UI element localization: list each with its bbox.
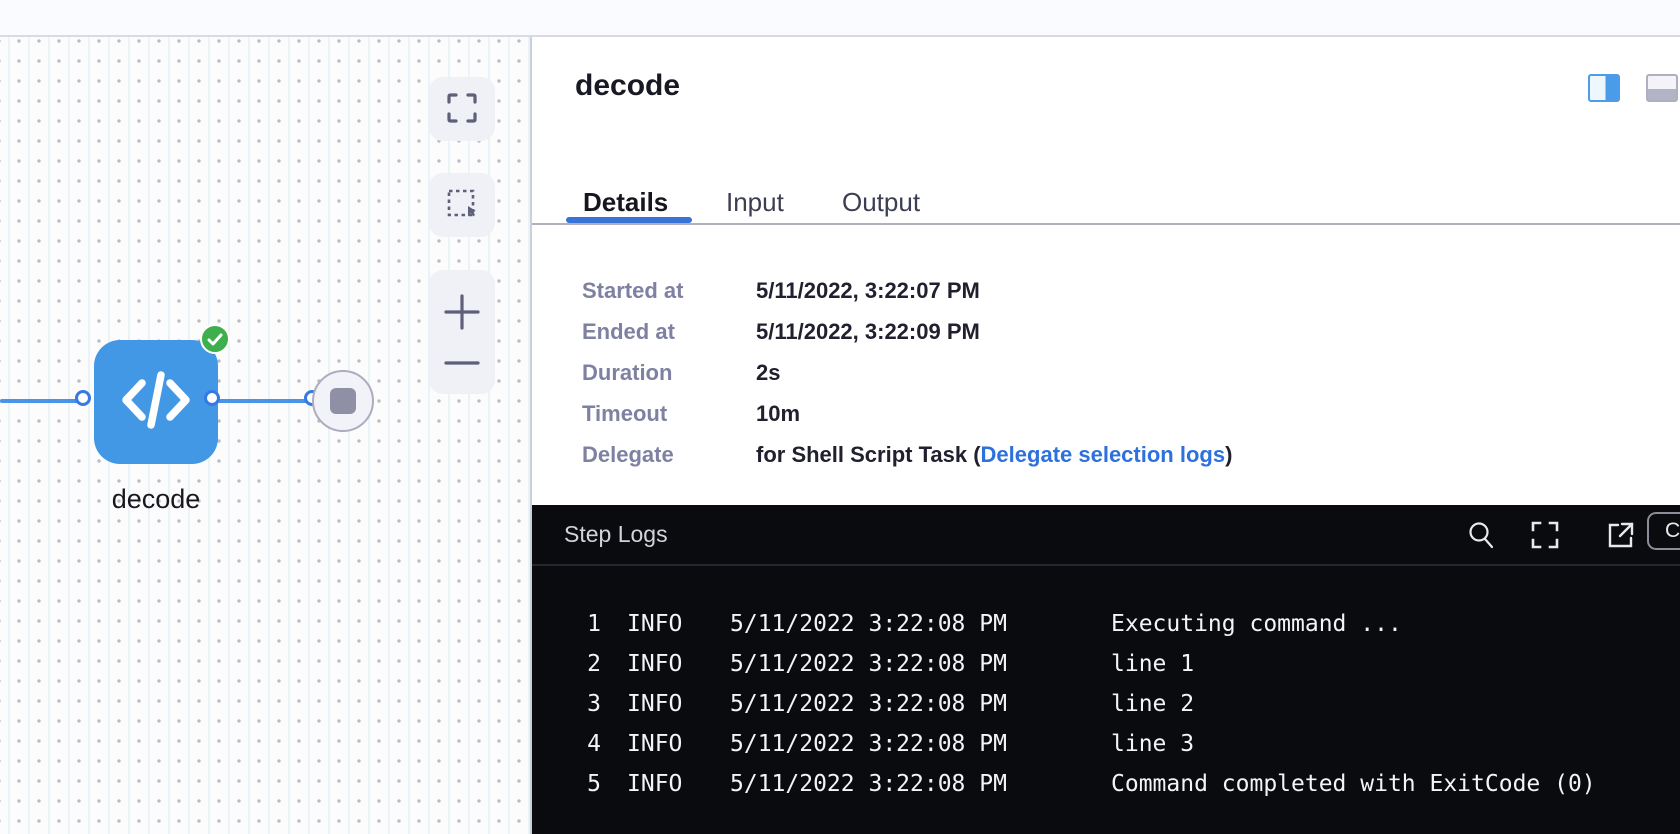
step-details-panel: decode Details Input Output Started at5/… xyxy=(532,37,1680,834)
right-pane-layout-icon[interactable] xyxy=(1588,74,1620,102)
log-line: 5 INFO5/11/2022 3:22:08 PMCommand complet… xyxy=(532,764,1680,804)
success-check-icon xyxy=(200,324,230,354)
log-line-number: 3 xyxy=(562,684,601,724)
detail-label: Duration xyxy=(582,352,756,393)
log-message: line 2 xyxy=(1111,684,1680,724)
log-level: INFO xyxy=(627,684,730,724)
step-logs-header: Step Logs Co xyxy=(532,505,1680,566)
log-level: INFO xyxy=(627,604,730,644)
detail-value: 5/11/2022, 3:22:09 PM xyxy=(756,311,980,352)
tab-bottom-border xyxy=(532,223,1680,225)
log-line-number: 5 xyxy=(562,764,601,804)
tab-input[interactable]: Input xyxy=(726,187,784,218)
log-timestamp: 5/11/2022 3:22:08 PM xyxy=(730,684,1111,724)
edge-outgoing xyxy=(214,399,314,403)
log-timestamp: 5/11/2022 3:22:08 PM xyxy=(730,764,1111,804)
log-lines[interactable]: 1INFO5/11/2022 3:22:08 PMExecuting comma… xyxy=(532,568,1680,834)
detail-value: for Shell Script Task (Delegate selectio… xyxy=(756,434,1232,475)
detail-row: Delegatefor Shell Script Task (Delegate … xyxy=(582,434,1650,475)
log-gap xyxy=(601,724,627,764)
detail-value: 5/11/2022, 3:22:07 PM xyxy=(756,270,980,311)
port-node-left[interactable] xyxy=(75,390,91,406)
log-level: INFO xyxy=(627,724,730,764)
log-line-number: 4 xyxy=(562,724,601,764)
log-line: 3 INFO5/11/2022 3:22:08 PMline 2 xyxy=(532,684,1680,724)
tab-output[interactable]: Output xyxy=(842,187,920,218)
bottom-pane-layout-icon[interactable] xyxy=(1646,74,1678,102)
log-line: 4 INFO5/11/2022 3:22:08 PMline 3 xyxy=(532,724,1680,764)
detail-label: Timeout xyxy=(582,393,756,434)
zoom-out-icon[interactable] xyxy=(442,357,482,372)
log-line: 2 INFO5/11/2022 3:22:08 PMline 1 xyxy=(532,644,1680,684)
log-message: line 1 xyxy=(1111,644,1680,684)
detail-row: Ended at5/11/2022, 3:22:09 PM xyxy=(582,311,1650,352)
log-level: INFO xyxy=(627,764,730,804)
console-view-button[interactable]: Co xyxy=(1647,512,1680,550)
detail-row: Started at5/11/2022, 3:22:07 PM xyxy=(582,270,1650,311)
log-timestamp: 5/11/2022 3:22:08 PM xyxy=(730,604,1111,644)
log-message: Command completed with ExitCode (0) xyxy=(1111,764,1680,804)
step-node-decode[interactable] xyxy=(94,340,218,464)
log-line-number: 2 xyxy=(562,644,601,684)
detail-value: 2s xyxy=(756,352,780,393)
page-title: decode xyxy=(575,69,680,103)
log-gap xyxy=(601,684,627,724)
detail-row: Timeout10m xyxy=(582,393,1650,434)
log-timestamp: 5/11/2022 3:22:08 PM xyxy=(730,724,1111,764)
log-gap xyxy=(601,764,627,804)
code-icon xyxy=(118,367,194,438)
multi-select-button[interactable] xyxy=(429,173,495,237)
pipeline-canvas[interactable]: decode xyxy=(0,37,530,834)
fit-view-button[interactable] xyxy=(429,77,495,141)
open-in-new-icon[interactable] xyxy=(1604,519,1636,551)
step-logs-console: Step Logs Co 1 INFO xyxy=(532,505,1680,834)
detail-label: Ended at xyxy=(582,311,756,352)
stop-icon xyxy=(330,388,356,414)
details-table: Started at5/11/2022, 3:22:07 PMEnded at5… xyxy=(582,270,1650,475)
edge-incoming xyxy=(0,399,86,403)
port-node-right[interactable] xyxy=(204,390,220,406)
top-bar xyxy=(0,0,1680,37)
zoom-in-icon[interactable] xyxy=(442,292,482,335)
execution-step-view: decode xyxy=(0,0,1680,834)
multi-select-icon xyxy=(445,187,479,224)
log-message: Executing command ... xyxy=(1111,604,1680,644)
detail-row: Duration2s xyxy=(582,352,1650,393)
fit-view-icon xyxy=(445,91,479,128)
detail-value: 10m xyxy=(756,393,800,434)
log-gap xyxy=(601,604,627,644)
tab-details[interactable]: Details xyxy=(583,187,668,218)
log-gap xyxy=(601,644,627,684)
detail-label: Started at xyxy=(582,270,756,311)
node-label: decode xyxy=(96,484,216,515)
end-node[interactable] xyxy=(312,370,374,432)
log-message: line 3 xyxy=(1111,724,1680,764)
log-level: INFO xyxy=(627,644,730,684)
log-line-number: 1 xyxy=(562,604,601,644)
step-logs-title: Step Logs xyxy=(564,521,668,548)
delegate-selection-logs-link[interactable]: Delegate selection logs xyxy=(981,442,1226,467)
zoom-controls[interactable] xyxy=(429,270,495,394)
detail-label: Delegate xyxy=(582,434,756,475)
log-line: 1 INFO5/11/2022 3:22:08 PMExecuting comma… xyxy=(532,604,1680,644)
expand-icon[interactable] xyxy=(1529,519,1561,551)
log-timestamp: 5/11/2022 3:22:08 PM xyxy=(730,644,1111,684)
search-icon[interactable] xyxy=(1465,519,1497,551)
